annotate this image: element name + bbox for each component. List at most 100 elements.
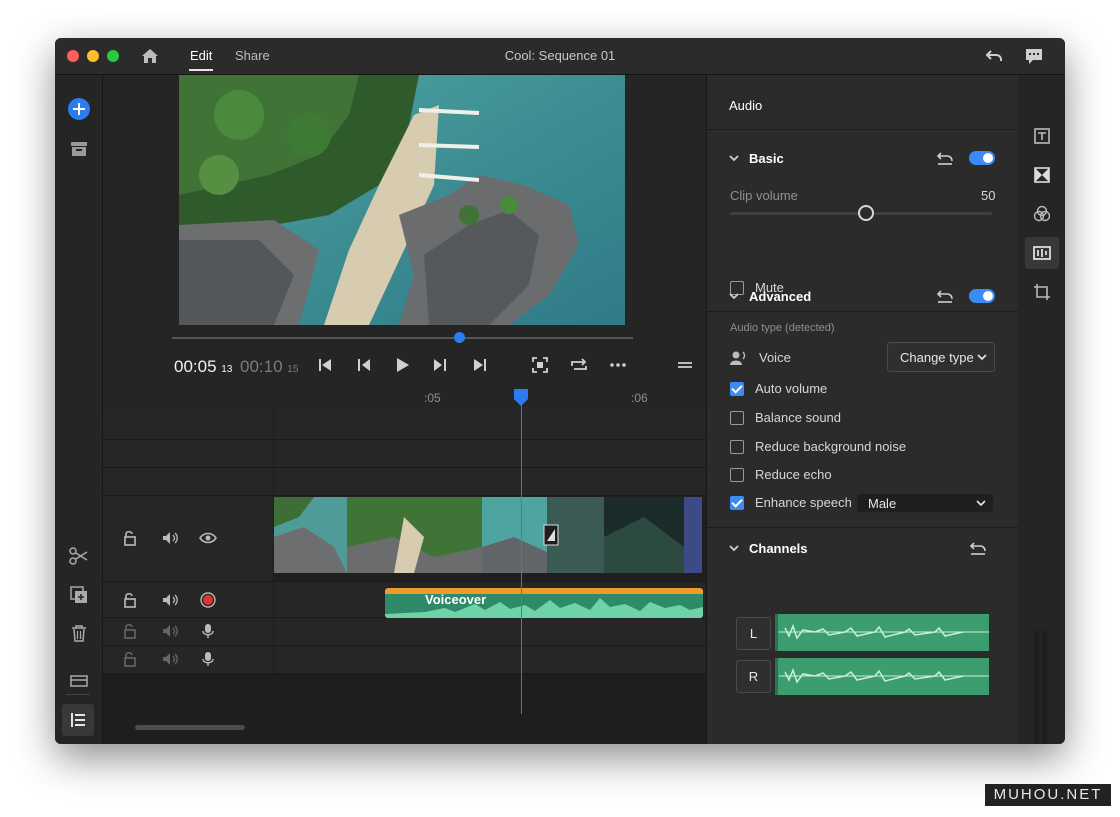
speaker-icon[interactable] [161,622,179,640]
divider [707,311,1018,312]
change-type-label: Change type [900,350,974,365]
left-channel-label: L [749,626,758,641]
microphone-icon[interactable] [199,622,217,640]
divider [707,129,1018,130]
enhance-speech-dropdown[interactable]: Male [857,494,993,512]
rail-divider [66,694,90,695]
project-panel-icon[interactable] [68,138,90,160]
ruler-label: :05 [424,391,441,405]
go-to-start-icon[interactable] [315,355,335,375]
duplicate-icon[interactable] [68,584,90,606]
duration-frames: 15 [287,364,299,375]
titles-icon[interactable] [1032,126,1052,146]
lock-icon[interactable] [121,529,139,547]
chevron-down-icon[interactable] [727,151,741,165]
chevron-down-icon [977,354,987,361]
loop-icon[interactable] [569,355,589,375]
panel-title: Audio [729,98,763,113]
microphone-icon[interactable] [199,650,217,668]
eye-icon[interactable] [199,529,217,547]
advanced-toggle[interactable] [969,289,995,303]
track-lane[interactable] [274,440,706,468]
go-to-end-icon[interactable] [470,355,490,375]
change-type-dropdown[interactable]: Change type [887,342,995,372]
option-label: Reduce background noise [755,439,907,454]
step-back-icon[interactable] [354,355,374,375]
option-label: Auto volume [755,381,828,396]
advanced-section-title[interactable]: Advanced [749,289,811,304]
timeline-scrollbar[interactable] [135,725,245,730]
scrub-bar[interactable] [172,337,633,339]
more-options-icon[interactable] [608,355,628,375]
title-bar: Edit Share Cool: Sequence 01 [55,38,1065,75]
speaker-icon[interactable] [161,650,179,668]
record-icon[interactable] [199,591,217,609]
right-channel-label: R [748,669,759,684]
watermark: MUHOU.NET [985,784,1111,806]
duration-timecode: 00:10 15 [240,357,298,377]
timeline-view-button[interactable] [62,704,94,736]
chevron-down-icon[interactable] [727,541,741,555]
chevron-down-icon[interactable] [727,289,741,303]
voiceover-clip[interactable]: Voiceover [385,588,703,618]
speaker-icon[interactable] [161,591,179,609]
audio-track-header [103,582,273,618]
video-preview[interactable] [179,75,625,325]
transitions-icon[interactable] [1032,165,1052,185]
waveform-graphic [775,658,989,695]
right-toolbar [1018,75,1065,744]
enhance-speech-value: Male [868,496,897,511]
track-lane[interactable] [274,468,706,496]
audio-track-header [103,618,273,646]
track-lane[interactable] [274,411,706,440]
fit-frame-icon[interactable] [530,355,550,375]
basic-toggle[interactable] [969,151,995,165]
lock-icon[interactable] [121,622,139,640]
track-header [103,440,273,468]
speaker-icon[interactable] [161,529,179,547]
clip-volume-handle[interactable] [858,205,874,221]
play-icon[interactable] [392,355,412,375]
enhance-speech-checkbox[interactable] [730,496,744,510]
timeline-ruler[interactable]: :05 :06 [103,389,706,411]
video-clip[interactable] [274,497,702,573]
add-media-icon[interactable] [68,98,90,120]
right-channel-waveform [775,658,989,695]
basic-section-title[interactable]: Basic [749,151,784,166]
timeline-options-icon[interactable] [675,355,695,375]
color-icon[interactable] [1032,204,1052,224]
chevron-down-icon [976,500,986,507]
crop-icon[interactable] [1032,282,1052,302]
track-settings-icon[interactable] [68,670,90,692]
balance-sound-checkbox[interactable] [730,411,744,425]
audio-track-lane[interactable] [274,618,706,646]
delete-icon[interactable] [68,622,90,644]
right-channel-button[interactable]: R [736,660,771,693]
reset-icon[interactable] [936,149,954,167]
lock-icon[interactable] [121,650,139,668]
timeline-tracks: Voiceover [103,411,706,744]
comments-icon[interactable] [1024,46,1044,66]
audio-track-header [103,646,273,674]
undo-icon[interactable] [984,46,1004,66]
step-forward-icon[interactable] [430,355,450,375]
playhead-line [521,391,522,714]
reduce-echo-checkbox[interactable] [730,468,744,482]
reset-icon[interactable] [969,539,987,557]
auto-volume-checkbox[interactable] [730,382,744,396]
channels-section-title[interactable]: Channels [749,541,808,556]
split-clip-icon[interactable] [68,545,90,567]
reset-icon[interactable] [936,287,954,305]
audio-meter-left [1034,631,1039,744]
lock-icon[interactable] [121,591,139,609]
audio-track-lane[interactable] [274,646,706,674]
app-window: Edit Share Cool: Sequence 01 00:05 13 00… [55,38,1065,744]
left-channel-waveform [775,614,989,651]
left-channel-button[interactable]: L [736,617,771,650]
duration-time: 00:10 [240,357,283,376]
ruler-label: :06 [631,391,648,405]
scrub-handle[interactable] [454,332,465,343]
current-time: 00:05 [174,357,217,376]
reduce-background-noise-checkbox[interactable] [730,440,744,454]
timeline-icon [71,713,85,727]
